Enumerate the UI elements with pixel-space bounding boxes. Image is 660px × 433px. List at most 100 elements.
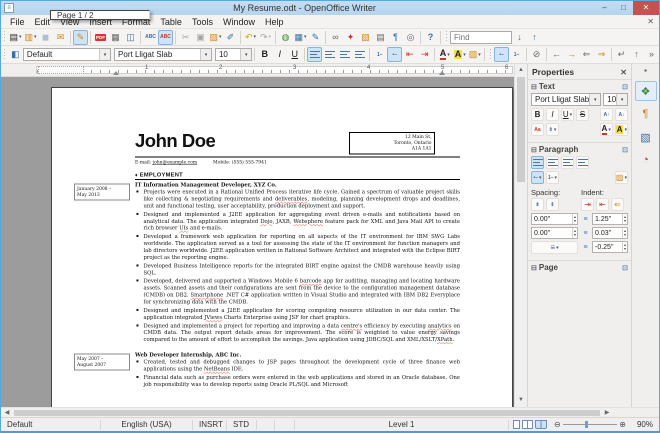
status-page-style[interactable]: Default bbox=[1, 420, 101, 430]
maximize-button[interactable]: □ bbox=[614, 1, 633, 15]
font-color-button[interactable]: A▾ bbox=[437, 47, 452, 62]
no-list-button[interactable]: ⊘ bbox=[529, 47, 544, 62]
sidebar-italic-button[interactable]: I bbox=[546, 108, 559, 121]
panel-dialog-icon[interactable]: ⊡ bbox=[622, 83, 628, 91]
scroll-up-icon[interactable]: ▲ bbox=[515, 64, 527, 77]
tab-gallery[interactable]: ▧ bbox=[635, 127, 657, 147]
status-page[interactable]: Page 1 / 2 bbox=[50, 10, 150, 20]
menu-table[interactable]: Table bbox=[155, 17, 187, 27]
find-toolbar-grip[interactable] bbox=[444, 31, 449, 43]
export-pdf-button[interactable]: PDF bbox=[93, 30, 108, 45]
page-preview-button[interactable]: ◫ bbox=[123, 30, 138, 45]
find-next-button[interactable]: ↓ bbox=[512, 30, 527, 45]
chevron-down-icon[interactable]: ▾ bbox=[240, 49, 251, 60]
list-bullets-button[interactable]: •– bbox=[494, 47, 509, 62]
open-button[interactable]: ▥▾ bbox=[23, 30, 38, 45]
sidebar-bullets-button[interactable]: •–▾ bbox=[531, 171, 544, 184]
tab-navigator[interactable]: ◔ bbox=[635, 150, 657, 170]
tab-properties[interactable]: ❖ bbox=[635, 81, 657, 101]
character-spacing-button[interactable]: Aa bbox=[531, 123, 544, 136]
scroll-down-icon[interactable]: ▼ bbox=[515, 394, 527, 407]
demote-level-button[interactable]: → bbox=[564, 47, 579, 62]
zoom-slider[interactable]: ⊖ ⊕ bbox=[551, 420, 629, 429]
data-sources-button[interactable]: ▤ bbox=[373, 30, 388, 45]
sidebar-menu-icon[interactable]: ▪ bbox=[644, 66, 647, 78]
move-up-button[interactable]: ↑ bbox=[629, 47, 644, 62]
cut-button[interactable]: ✂ bbox=[178, 30, 193, 45]
font-name-select[interactable]: Port Lligat Slab ▾ bbox=[114, 48, 212, 61]
hyperlink-button[interactable]: ◍ bbox=[278, 30, 293, 45]
sidebar-size-select[interactable]: 10 ▾ bbox=[603, 93, 628, 106]
collapse-icon[interactable]: ⊟ bbox=[531, 146, 537, 154]
panel-dialog-icon[interactable]: ⊡ bbox=[622, 264, 628, 272]
spelling-button[interactable]: ABC bbox=[143, 30, 158, 45]
menu-tools[interactable]: Tools bbox=[187, 17, 218, 27]
background-color-button[interactable]: ▨▾ bbox=[467, 47, 482, 62]
highlighting-button[interactable]: A▾ bbox=[452, 47, 467, 62]
sidebar-justify-button[interactable] bbox=[576, 156, 589, 169]
sidebar-font-color-button[interactable]: A▾ bbox=[600, 123, 613, 136]
switch-indent-button[interactable]: ⇐ bbox=[611, 198, 624, 211]
minimize-button[interactable]: – bbox=[595, 1, 614, 15]
redo-button[interactable]: ↷▾ bbox=[258, 30, 273, 45]
spacing-below-input[interactable]: 0.00"▴▾ bbox=[531, 227, 578, 239]
email-button[interactable]: ✉ bbox=[53, 30, 68, 45]
bold-button[interactable]: B bbox=[257, 47, 272, 62]
first-line-indent-input[interactable]: -0.25"▴▾ bbox=[592, 241, 628, 253]
document-canvas[interactable]: John Doe 12 Main St, Toronto, Ontario A1… bbox=[1, 77, 514, 407]
underline-button[interactable]: U bbox=[287, 47, 302, 62]
increase-spacing-button[interactable]: ⇕ bbox=[531, 198, 544, 211]
italic-button[interactable]: I bbox=[272, 47, 287, 62]
decrease-spacing-button[interactable]: ⇕ bbox=[546, 198, 559, 211]
chevron-down-icon[interactable]: ▾ bbox=[99, 49, 110, 60]
menu-help[interactable]: Help bbox=[260, 17, 289, 27]
sidebar-increase-indent-button[interactable]: ⇥ bbox=[581, 198, 594, 211]
copy-button[interactable]: ▣ bbox=[193, 30, 208, 45]
sidebar-decrease-indent-button[interactable]: ⇤ bbox=[596, 198, 609, 211]
edit-file-button[interactable]: ✎ bbox=[73, 30, 88, 45]
align-left-button[interactable] bbox=[307, 47, 322, 62]
promote-subpoints-button[interactable]: ⇐ bbox=[579, 47, 594, 62]
save-button[interactable]: ◼ bbox=[38, 30, 53, 45]
collapse-icon[interactable]: ⊟ bbox=[531, 264, 537, 272]
zoom-in-icon[interactable]: ⊕ bbox=[619, 420, 626, 429]
sidebar-align-center-button[interactable] bbox=[546, 156, 559, 169]
bullets-button[interactable]: •– bbox=[387, 47, 402, 62]
toolbar-grip[interactable] bbox=[2, 31, 7, 43]
find-input[interactable] bbox=[450, 31, 512, 44]
align-center-button[interactable] bbox=[322, 47, 337, 62]
indent-marker[interactable] bbox=[113, 71, 119, 75]
sidebar-font-select[interactable]: Port Lligat Slab ▾ bbox=[531, 93, 601, 106]
menu-window[interactable]: Window bbox=[218, 17, 260, 27]
font-size-select[interactable]: 10 ▾ bbox=[215, 48, 252, 61]
formatting-marks-button[interactable]: ¶ bbox=[388, 30, 403, 45]
navigator-button[interactable]: ✦ bbox=[343, 30, 358, 45]
multi-page-view-icon[interactable] bbox=[522, 420, 533, 429]
undo-button[interactable]: ↶▾ bbox=[243, 30, 258, 45]
paragraph-style-select[interactable]: Default ▾ bbox=[23, 48, 111, 61]
vertical-scrollbar-thumb[interactable] bbox=[517, 77, 525, 182]
find-replace-button[interactable]: ∞ bbox=[328, 30, 343, 45]
line-spacing-button[interactable]: ≡▾ bbox=[531, 241, 578, 254]
scroll-right-icon[interactable]: ▶ bbox=[601, 409, 613, 416]
shrink-font-button[interactable]: A↓ bbox=[615, 108, 628, 121]
horizontal-scrollbar-thumb[interactable] bbox=[14, 410, 600, 416]
toolbar-overflow-button[interactable]: » bbox=[644, 47, 659, 62]
status-zoom-value[interactable]: 90% bbox=[629, 420, 659, 430]
chevron-down-icon[interactable]: ▾ bbox=[616, 94, 627, 105]
list-numbering-button[interactable]: 1– bbox=[509, 47, 524, 62]
collapse-icon[interactable]: ⊟ bbox=[531, 83, 537, 91]
autospellcheck-button[interactable]: ABC bbox=[158, 30, 173, 45]
demote-subpoints-button[interactable]: ⇒ bbox=[594, 47, 609, 62]
chevron-down-icon[interactable]: ▾ bbox=[589, 94, 600, 105]
status-selection-mode[interactable]: STD bbox=[227, 420, 257, 430]
document-close-icon[interactable]: ✕ bbox=[647, 17, 654, 26]
find-previous-button[interactable]: ↑ bbox=[527, 30, 542, 45]
chevron-down-icon[interactable]: ▾ bbox=[200, 49, 211, 60]
sidebar-underline-button[interactable]: U▾ bbox=[561, 108, 574, 121]
print-button[interactable]: ▦ bbox=[108, 30, 123, 45]
zoom-button[interactable]: ◎ bbox=[403, 30, 418, 45]
horizontal-ruler[interactable]: 1 2 3 4 5 6 bbox=[1, 64, 514, 77]
zoom-slider-thumb[interactable] bbox=[585, 421, 588, 428]
gallery-button[interactable]: ▧ bbox=[358, 30, 373, 45]
